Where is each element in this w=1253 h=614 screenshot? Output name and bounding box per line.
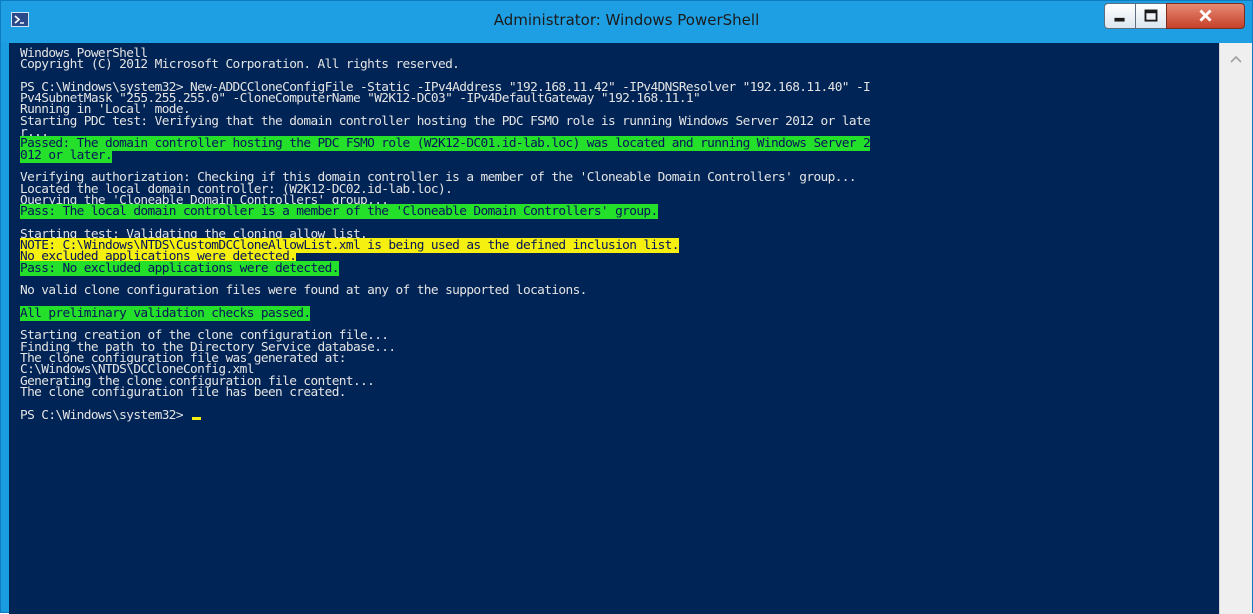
text-cursor [192,416,202,420]
console-line: PS C:\Windows\system32> [20,407,870,423]
console-line: 012 or later. [20,147,870,163]
console-line-text-green-highlight: Pass: No excluded applications were dete… [20,260,339,276]
console-line-text-green-highlight: Pass: The local domain controller is a m… [20,204,658,220]
window-title: Administrator: Windows PowerShell [493,11,760,29]
title-bar[interactable]: Administrator: Windows PowerShell [1,1,1252,43]
console-line-text-green-highlight: All preliminary validation checks passed… [20,305,311,321]
vertical-scrollbar[interactable] [1219,43,1252,614]
console-line: All preliminary validation checks passed… [20,305,870,321]
close-icon [1199,9,1212,22]
scroll-up-button[interactable] [1220,43,1252,73]
console-line-text-green-highlight: 012 or later. [20,147,113,163]
console-line-text: PS C:\Windows\system32> [20,407,191,423]
console-lines: Windows PowerShell Copyright (C) 2012 Mic… [20,47,871,423]
console-line: Pass: No excluded applications were dete… [20,260,870,276]
console-line: Starting PDC test: Verifying that the do… [20,113,871,129]
console-output[interactable]: Windows PowerShell Copyright (C) 2012 Mic… [9,43,1219,614]
console-line-text: The clone configuration file has been cr… [20,384,347,400]
console-line-text: No valid clone configuration files were … [20,283,587,299]
console-line: The clone configuration file has been cr… [20,384,870,400]
powershell-window: Administrator: Windows PowerShell Window… [0,0,1253,614]
minimize-icon [1114,17,1125,22]
console-line: No valid clone configuration files were … [20,283,870,299]
maximize-button[interactable] [1135,3,1167,29]
console-line: Passed: The domain controller hosting th… [20,136,871,152]
scroll-up-arrow-icon [1230,55,1242,63]
close-button[interactable] [1166,3,1245,29]
console-line: Pass: The local domain controller is a m… [20,204,870,220]
console-line: Copyright (C) 2012 Microsoft Corporation… [20,57,870,73]
minimize-button[interactable] [1104,3,1136,29]
console-line-text: Starting PDC test: Verifying that the do… [20,113,871,129]
console-line-text-green-highlight: Passed: The domain controller hosting th… [20,136,871,152]
console-line-text: Copyright (C) 2012 Microsoft Corporation… [20,57,460,73]
maximize-icon [1144,9,1158,22]
